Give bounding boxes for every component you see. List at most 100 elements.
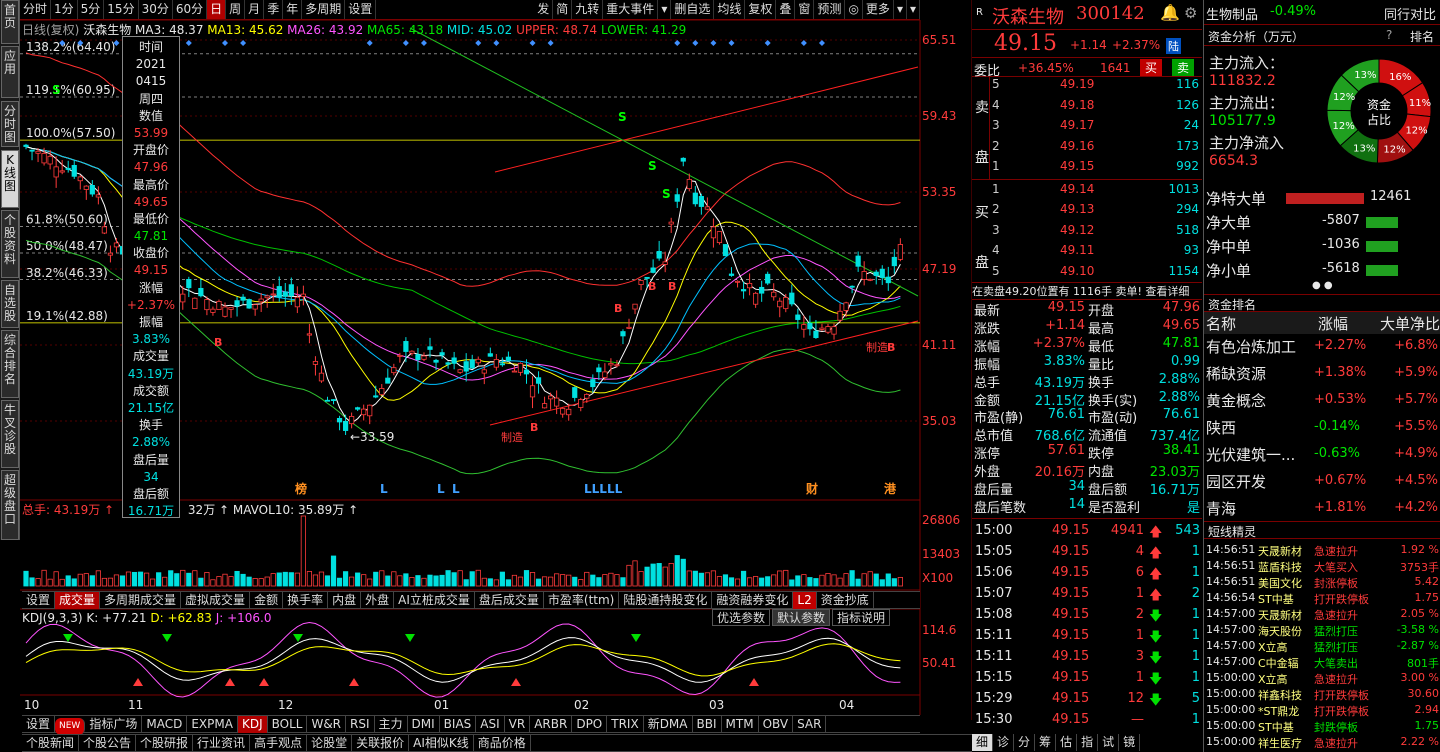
kdj-btn-1[interactable]: 默认参数 [772,609,831,626]
rank-name[interactable]: 青海 [1206,498,1236,519]
bottom_tabs-3[interactable]: 行业资讯 [193,735,251,752]
rank-name[interactable]: 有色冶炼加工 [1206,336,1296,357]
rank-name[interactable]: 园区开发 [1206,471,1266,492]
bottom_tabs-2[interactable]: 个股研报 [136,735,194,752]
ind_tabs-15[interactable]: DPO [572,716,608,733]
ind_tabs-5[interactable]: KDJ [237,716,268,733]
vol_tabs-14[interactable]: 资金抄底 [817,592,874,609]
compare-button[interactable]: 同行对比 [1384,4,1436,23]
ind_tabs-18[interactable]: BBI [693,716,722,733]
bottom_tabs-4[interactable]: 高手观点 [250,735,308,752]
tick-tab-6[interactable]: 试 [1098,734,1120,751]
rank-name[interactable]: 光伏建筑一... [1206,444,1295,465]
sj-row[interactable]: 14:56:51 美国文化 封涨停板 5.42 [1206,575,1439,590]
sj-row[interactable]: 14:56:51 天晟新材 急速拉升 1.92 % [1206,543,1439,558]
ind_tabs-6[interactable]: BOLL [268,716,308,733]
ind_tabs-7[interactable]: W&R [307,716,347,733]
kdj-btn-2[interactable]: 指标说明 [832,609,891,626]
sj-row[interactable]: 15:00:00 祥鑫科技 打开跌停板 30.60 [1206,687,1439,702]
ind_tabs-16[interactable]: TRIX [607,716,644,733]
tick-tab-4[interactable]: 估 [1056,734,1078,751]
sell-button[interactable]: 卖 [1172,59,1195,76]
vol_tabs-11[interactable]: 陆股通持股变化 [619,592,713,609]
ind_tabs-14[interactable]: ARBR [530,716,573,733]
rank-col-0[interactable]: 名称 [1206,313,1236,334]
tick-tab-5[interactable]: 指 [1077,734,1099,751]
ind_tabs-2[interactable]: 指标广场 [85,716,143,733]
bell-icon[interactable]: 🔔 [1160,3,1180,22]
kdj-btn-0[interactable]: 优选参数 [712,609,771,626]
bids-row[interactable]: 4 49.11 93 [990,243,1202,265]
bids-row[interactable]: 3 49.12 518 [990,223,1202,245]
ind_tabs-9[interactable]: 主力 [375,716,408,733]
big-order-note[interactable]: 在卖盘49.20位置有 1116手 卖单! 查看详细 [972,282,1202,300]
sj-row[interactable]: 14:56:51 蓝盾科技 大笔买入 3753手 [1206,559,1439,574]
vol_tabs-8[interactable]: AI立桩成交量 [394,592,475,609]
tick-tab-0[interactable]: 细 [972,734,994,751]
tick-tab-1[interactable]: 诊 [993,734,1015,751]
vol_tabs-10[interactable]: 市盈率(ttm) [544,592,620,609]
bottom_tabs-7[interactable]: AI相似K线 [409,735,474,752]
asks-row[interactable]: 4 49.18 126 [990,98,1202,120]
ind_tabs-20[interactable]: OBV [759,716,794,733]
rank-name[interactable]: 稀缺资源 [1206,363,1266,384]
vol_tabs-6[interactable]: 内盘 [328,592,362,609]
bottom_tabs-1[interactable]: 个股公告 [79,735,137,752]
ind_tabs-21[interactable]: SAR [793,716,827,733]
sj-row[interactable]: 15:00:00 *ST鼎龙 打开跌停板 2.94 [1206,703,1439,718]
tick-tab-2[interactable]: 分 [1014,734,1036,751]
tick-tab-3[interactable]: 筹 [1035,734,1057,751]
ind_tabs-12[interactable]: ASI [476,716,505,733]
rank-button[interactable]: 排名 [1410,28,1434,45]
page-dots[interactable]: ● ● [1312,280,1333,291]
bids-row[interactable]: 1 49.14 1013 [990,182,1202,204]
ind_tabs-1[interactable]: NEW [55,718,86,735]
vol_tabs-3[interactable]: 虚拟成交量 [181,592,251,609]
bottom_tabs-8[interactable]: 商品价格 [474,735,531,752]
gear-icon[interactable]: ⚙ [1184,4,1197,22]
rank-name[interactable]: 陕西 [1206,417,1236,438]
rank-col-1[interactable]: 涨幅 [1318,313,1348,334]
rank-name[interactable]: 黄金概念 [1206,390,1266,411]
bottom_tabs-5[interactable]: 论股堂 [307,735,353,752]
asks-row[interactable]: 5 49.19 116 [990,77,1202,99]
sj-row[interactable]: 14:57:00 C中金辐 大笔卖出 801手 [1206,655,1439,670]
asks-row[interactable]: 1 49.15 992 [990,159,1202,181]
ind_tabs-4[interactable]: EXPMA [187,716,238,733]
asks-row[interactable]: 3 49.17 24 [990,118,1202,140]
vol_tabs-12[interactable]: 融资融券变化 [712,592,794,609]
sj-row[interactable]: 15:00:00 祥生医疗 急速拉升 2.22 % [1206,735,1439,750]
ind_tabs-11[interactable]: BIAS [440,716,477,733]
sj-row[interactable]: 15:00:00 ST中基 封跌停板 1.75 [1206,719,1439,734]
vol_tabs-9[interactable]: 盘后成交量 [475,592,544,609]
ind_tabs-3[interactable]: MACD [142,716,188,733]
bids-row[interactable]: 2 49.13 294 [990,202,1202,224]
volume-bar [162,576,168,587]
ind_tabs-0[interactable]: 设置 [22,716,56,733]
help-icon[interactable]: ? [1386,28,1392,42]
vol_tabs-4[interactable]: 金额 [250,592,284,609]
sj-row[interactable]: 14:56:54 ST中基 打开跌停板 1.75 [1206,591,1439,606]
ind_tabs-17[interactable]: 新DMA [644,716,693,733]
vol_tabs-1[interactable]: 成交量 [55,592,101,609]
sj-row[interactable]: 14:57:00 海天股份 猛烈打压 -3.58 % [1206,623,1439,638]
buy-button[interactable]: 买 [1140,59,1163,76]
tick-tab-7[interactable]: 镜 [1119,734,1141,751]
ind_tabs-19[interactable]: MTM [722,716,759,733]
bottom_tabs-0[interactable]: 个股新闻 [22,735,80,752]
sj-row[interactable]: 15:00:00 X立高 急速拉升 3.00 % [1206,671,1439,686]
vol_tabs-2[interactable]: 多周期成交量 [100,592,182,609]
sj-row[interactable]: 14:57:00 天晟新材 急速拉升 2.05 % [1206,607,1439,622]
sj-row[interactable]: 14:57:00 X立高 猛烈打压 -2.87 % [1206,639,1439,654]
ind_tabs-13[interactable]: VR [505,716,531,733]
rank-col-2[interactable]: 大单净比 [1380,313,1440,334]
ind_tabs-8[interactable]: RSI [346,716,375,733]
ind_tabs-10[interactable]: DMI [408,716,440,733]
vol_tabs-5[interactable]: 换手率 [283,592,329,609]
vol_tabs-7[interactable]: 外盘 [361,592,395,609]
vol_tabs-0[interactable]: 设置 [22,592,56,609]
vol_tabs-13[interactable]: L2 [793,592,817,609]
sector-name[interactable]: 生物制品 [1206,4,1258,23]
asks-row[interactable]: 2 49.16 173 [990,139,1202,161]
bottom_tabs-6[interactable]: 关联报价 [352,735,410,752]
